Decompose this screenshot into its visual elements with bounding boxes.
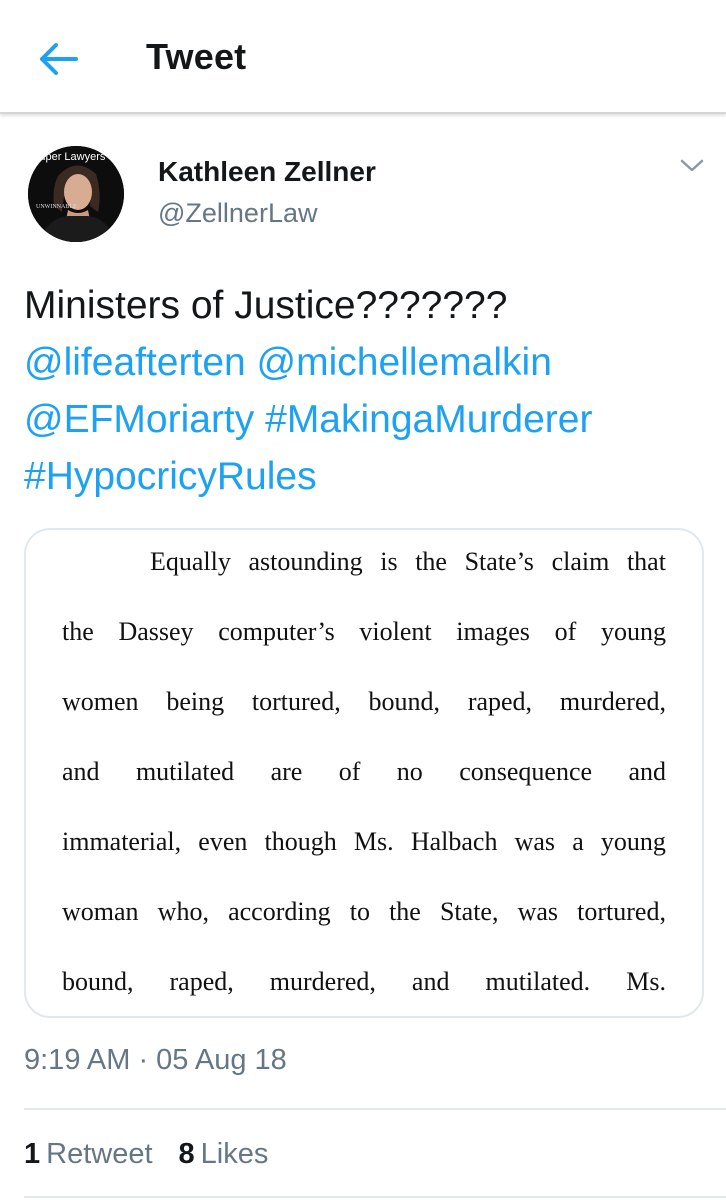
more-options-button[interactable] xyxy=(676,154,708,182)
tweet-stats: 1 Retweet 8 Likes xyxy=(24,1138,268,1171)
author-name[interactable]: Kathleen Zellner xyxy=(158,156,376,188)
document-word: computer’s xyxy=(218,617,335,646)
avatar-badge-text: Super Lawyers xyxy=(32,151,106,163)
document-line: Equally astounding is the State’s claim that xyxy=(62,540,666,610)
document-word: who, xyxy=(157,897,209,926)
document-word: claim xyxy=(551,547,610,576)
divider xyxy=(24,1108,726,1110)
document-word: being xyxy=(166,687,225,716)
document-word: is xyxy=(380,547,398,576)
document-line: bound, raped, murdered, and mutilated. Ms. xyxy=(62,960,666,1016)
document-word: bound, xyxy=(368,687,441,716)
likes-label: Likes xyxy=(200,1138,269,1170)
tweet-text-links-line-3: #HypocricyRules xyxy=(24,448,704,505)
document-word: Ms. xyxy=(353,827,394,856)
mention-link[interactable]: @lifeafterten xyxy=(24,341,246,384)
tweet-text-links-line-1: @lifeafterten @michellemalkin xyxy=(24,334,704,391)
document-word: violent xyxy=(359,617,432,646)
document-word: women xyxy=(62,687,139,716)
document-word: mutilated xyxy=(135,757,235,786)
document-word: the xyxy=(389,897,421,926)
retweets-count: 1 xyxy=(24,1138,41,1170)
document-word: astounding xyxy=(248,547,363,576)
tweet-text-links-line-2: @EFMoriarty #MakingaMurderer xyxy=(24,391,704,448)
document-word: woman xyxy=(62,897,139,926)
document-word: of xyxy=(554,617,577,646)
document-word: mutilated. xyxy=(485,967,591,996)
document-word: no xyxy=(396,757,423,786)
document-word: Halbach xyxy=(410,827,498,856)
document-word: the xyxy=(415,547,447,576)
document-word: was xyxy=(514,827,556,856)
back-button[interactable] xyxy=(30,36,86,86)
author-handle[interactable]: @ZellnerLaw xyxy=(158,198,317,229)
document-word: State’s xyxy=(464,547,534,576)
hashtag-link[interactable]: #MakingaMurderer xyxy=(265,398,592,441)
document-word: murdered, xyxy=(269,967,376,996)
document-word: murdered, xyxy=(559,687,666,716)
document-word: Ms. xyxy=(626,967,666,996)
document-word: a xyxy=(572,827,584,856)
arrow-left-icon xyxy=(36,41,80,82)
divider xyxy=(24,1196,726,1198)
document-word: though xyxy=(264,827,337,856)
likes-stat[interactable]: 8 Likes xyxy=(179,1138,269,1171)
likes-count: 8 xyxy=(178,1138,195,1170)
document-word: Dassey xyxy=(118,617,194,646)
document-line: and mutilated are of no consequence and xyxy=(62,750,666,820)
document-text: Equally astounding is the State’s claim that th… xyxy=(62,540,666,1016)
tweet-text-plain: Ministers of Justice??????? xyxy=(24,284,508,327)
document-word: young xyxy=(600,617,666,646)
document-word: raped, xyxy=(467,687,533,716)
document-word: and xyxy=(62,757,100,786)
page-title: Tweet xyxy=(146,36,247,77)
document-word: immaterial, xyxy=(62,827,182,856)
document-word: are xyxy=(270,757,303,786)
tweet-text: Ministers of Justice??????? @lifeafterte… xyxy=(24,277,704,505)
tweet-timestamp: 9:19 AM · 05 Aug 18 xyxy=(24,1044,287,1076)
document-word: images xyxy=(456,617,530,646)
document-word: according xyxy=(228,897,331,926)
document-word: State, xyxy=(439,897,499,926)
retweets-label: Retweet xyxy=(46,1138,153,1170)
document-word: and xyxy=(411,967,450,996)
document-word: the xyxy=(62,617,94,646)
document-word: tortured, xyxy=(251,687,341,716)
avatar-caption: UNWINNABLE xyxy=(36,204,77,210)
document-line: women being tortured, bound, raped, murdered, xyxy=(62,680,666,750)
document-word: that xyxy=(626,547,666,576)
top-bar: Tweet xyxy=(0,0,726,114)
document-word: consequence xyxy=(459,757,593,786)
document-line: woman who, according to the State, was tortured… xyxy=(62,890,666,960)
document-word: even xyxy=(198,827,248,856)
document-word: tortured, xyxy=(577,897,666,926)
document-line: the Dassey computer’s violent images of young xyxy=(62,610,666,680)
mention-link[interactable]: @michellemalkin xyxy=(257,341,552,384)
retweets-stat[interactable]: 1 Retweet xyxy=(24,1138,153,1171)
document-word: of xyxy=(338,757,361,786)
document-word: and xyxy=(628,757,666,786)
chevron-down-icon xyxy=(679,158,705,179)
document-line: immaterial, even though Ms. Halbach was a young xyxy=(62,820,666,890)
hashtag-link[interactable]: #HypocricyRules xyxy=(24,455,317,498)
document-word: to xyxy=(349,897,370,926)
document-word: young xyxy=(600,827,666,856)
mention-link[interactable]: @EFMoriarty xyxy=(24,398,254,441)
document-word: was xyxy=(517,897,559,926)
document-word: bound, xyxy=(62,967,134,996)
media-image-card[interactable]: Equally astounding is the State’s claim that th… xyxy=(24,528,704,1018)
document-word: raped, xyxy=(169,967,234,996)
avatar[interactable]: Super Lawyers UNWINNABLE xyxy=(28,146,124,242)
document-word: Equally xyxy=(150,547,231,576)
